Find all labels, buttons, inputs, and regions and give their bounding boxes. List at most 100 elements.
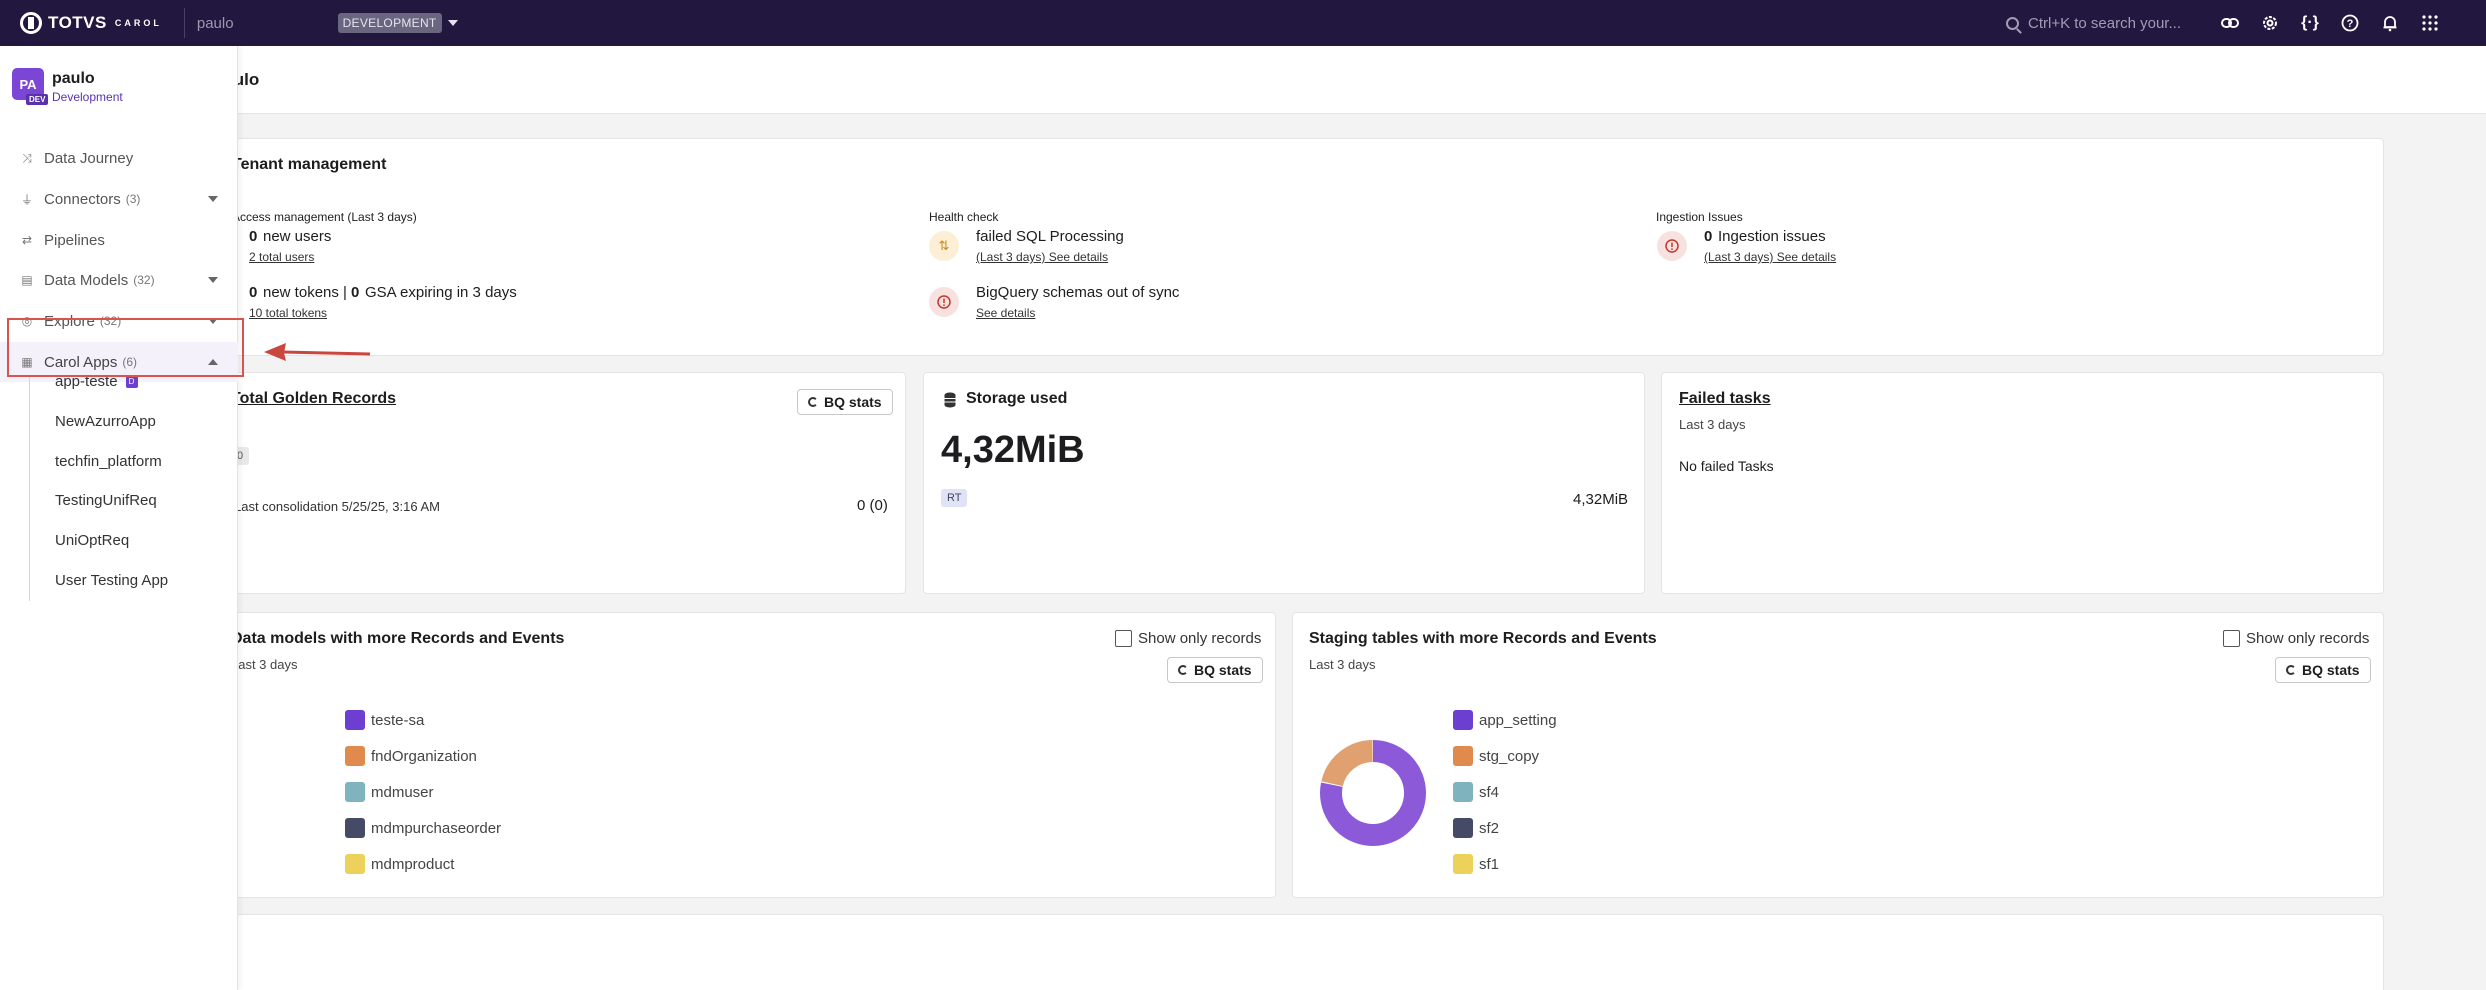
- sidebar-item-count: (3): [125, 192, 141, 206]
- journey-icon: ⤨: [22, 150, 32, 165]
- gsa-count: 0: [351, 284, 360, 301]
- legend-label: mdmuser: [371, 783, 434, 801]
- golden-bq-stats-button[interactable]: BQ stats: [797, 389, 893, 415]
- link-icon[interactable]: [2210, 0, 2250, 46]
- total-tokens-link[interactable]: 10 total tokens: [249, 306, 327, 320]
- database-icon: ▤: [21, 273, 33, 287]
- user-name: paulo: [52, 70, 95, 87]
- sidebar-item-data-models[interactable]: ▤ Data Models (32): [0, 260, 238, 300]
- storage-card: Storage used 4,32MiB RT 4,32MiB: [923, 372, 1645, 594]
- chevron-down-icon[interactable]: [208, 277, 218, 283]
- sidebar-item-data-journey[interactable]: ⤨ Data Journey: [0, 138, 238, 178]
- totvs-logo-icon: [20, 12, 42, 34]
- staging-show-only-records[interactable]: Show only records: [2223, 630, 2369, 647]
- app-item[interactable]: User Testing App: [55, 572, 168, 589]
- ingestion-label: Ingestion issues: [1718, 228, 1826, 245]
- gear-icon[interactable]: [2250, 0, 2290, 46]
- help-icon[interactable]: ?: [2330, 0, 2370, 46]
- plug-icon: ⏚: [20, 192, 33, 207]
- refresh-icon: [2286, 665, 2296, 675]
- storage-chip-value: 4,32MiB: [1573, 491, 1629, 508]
- legend-swatch: [345, 710, 365, 730]
- sidebar-item-connectors[interactable]: ⏚ Connectors (3): [0, 179, 238, 219]
- database-icon: [944, 392, 956, 413]
- legend-item: sf4: [1453, 782, 1499, 802]
- sidebar-item-label: Connectors: [44, 190, 121, 208]
- avatar-env-badge: DEV: [26, 94, 49, 105]
- chevron-down-icon[interactable]: [447, 20, 458, 26]
- search-placeholder: Ctrl+K to search your...: [2028, 14, 2181, 32]
- totvs-logo[interactable]: TOTVS CAROL: [20, 0, 162, 46]
- legend-item: mdmproduct: [345, 854, 454, 874]
- legend-swatch: [345, 818, 365, 838]
- sidebar-item-pipelines[interactable]: ⇄ Pipelines: [0, 220, 238, 260]
- data-models-show-only-records[interactable]: Show only records: [1115, 630, 1261, 647]
- app-item-label: techfin_platform: [55, 453, 162, 470]
- new-tokens-label: new tokens |: [263, 284, 347, 301]
- staging-chart-card: Staging tables with more Records and Eve…: [1292, 612, 2384, 898]
- staging-chart-subtitle: Last 3 days: [1309, 657, 1376, 672]
- failed-tasks-message: No failed Tasks: [1679, 458, 1774, 474]
- code-braces-icon[interactable]: {·}: [2290, 0, 2330, 46]
- app-item[interactable]: techfin_platform: [55, 453, 162, 470]
- environment-selector[interactable]: DEVELOPMENT: [337, 13, 442, 33]
- data-models-chart-title: Data models with more Records and Events: [231, 630, 565, 647]
- user-environment: Development: [52, 90, 123, 104]
- tenant-management-title: Tenant management: [232, 156, 387, 173]
- apps-tree-line: [29, 377, 30, 601]
- legend-item: mdmuser: [345, 782, 434, 802]
- storage-chip: RT: [941, 489, 968, 507]
- legend-item: mdmpurchaseorder: [345, 818, 501, 838]
- sidebar: PA DEV paulo Development ⤨ Data Journey …: [0, 46, 238, 990]
- legend-label: sf1: [1479, 855, 1500, 873]
- bq-stats-label: BQ stats: [1194, 662, 1252, 678]
- sql-warning-icon: ⇅: [929, 231, 959, 261]
- golden-records-value: 0 (0): [857, 497, 888, 514]
- bq-stats-label: BQ stats: [2302, 662, 2360, 678]
- annotation-arrow: [264, 343, 371, 361]
- legend-label: sf2: [1479, 819, 1500, 837]
- app-item-label: TestingUnifReq: [55, 492, 157, 509]
- failed-tasks-title[interactable]: Failed tasks: [1679, 390, 1771, 408]
- last-consolidation: Last consolidation 5/25/25, 3:16 AM: [234, 499, 440, 514]
- apps-grid-icon[interactable]: [2410, 0, 2450, 46]
- chevron-down-icon[interactable]: [208, 196, 218, 202]
- legend-item: sf1: [1453, 854, 1499, 874]
- data-models-bq-stats-button[interactable]: BQ stats: [1167, 657, 1263, 683]
- dev-badge: D: [125, 375, 138, 388]
- app-item[interactable]: TestingUnifReq: [55, 492, 157, 509]
- legend-swatch: [1453, 854, 1473, 874]
- data-models-chart-card: Data models with more Records and Events…: [213, 612, 1276, 898]
- staging-bq-stats-button[interactable]: BQ stats: [2275, 657, 2371, 683]
- staging-donut-chart: [1320, 740, 1426, 846]
- tenant-name: paulo: [196, 14, 234, 32]
- total-users-link[interactable]: 2 total users: [249, 250, 314, 264]
- ingestion-count: 0: [1704, 228, 1713, 245]
- legend-swatch: [1453, 782, 1473, 802]
- legend-label: mdmpurchaseorder: [371, 819, 502, 837]
- legend-swatch: [345, 746, 365, 766]
- sql-details-link[interactable]: (Last 3 days) See details: [976, 250, 1108, 264]
- storage-title: Storage used: [966, 390, 1068, 407]
- ingestion-details-link[interactable]: (Last 3 days) See details: [1704, 250, 1836, 264]
- app-item[interactable]: UniOptReq: [55, 532, 129, 549]
- storage-value: 4,32MiB: [941, 429, 1085, 471]
- failed-tasks-subtitle: Last 3 days: [1679, 417, 1746, 432]
- logo-subtext: CAROL: [114, 18, 162, 28]
- legend-item: teste-sa: [345, 710, 424, 730]
- app-item[interactable]: NewAzurroApp: [55, 413, 156, 430]
- sidebar-item-label: Data Models: [44, 271, 129, 289]
- checkbox[interactable]: [2223, 630, 2240, 647]
- bell-icon[interactable]: [2370, 0, 2410, 46]
- app-item-label: UniOptReq: [55, 532, 130, 549]
- pipeline-icon: ⇄: [21, 233, 33, 247]
- checkbox[interactable]: [1115, 630, 1132, 647]
- search-box[interactable]: Ctrl+K to search your...: [2006, 0, 2181, 46]
- bigquery-sync-label: BigQuery schemas out of sync: [976, 284, 1180, 301]
- legend-item: app_setting: [1453, 710, 1557, 730]
- golden-records-card: Total Golden Records BQ stats 0 Last con…: [213, 372, 906, 594]
- legend-label: app_setting: [1479, 711, 1557, 729]
- golden-records-title[interactable]: Total Golden Records: [231, 390, 396, 408]
- access-management-heading: Access management (Last 3 days): [232, 210, 417, 224]
- bigquery-details-link[interactable]: See details: [976, 306, 1035, 320]
